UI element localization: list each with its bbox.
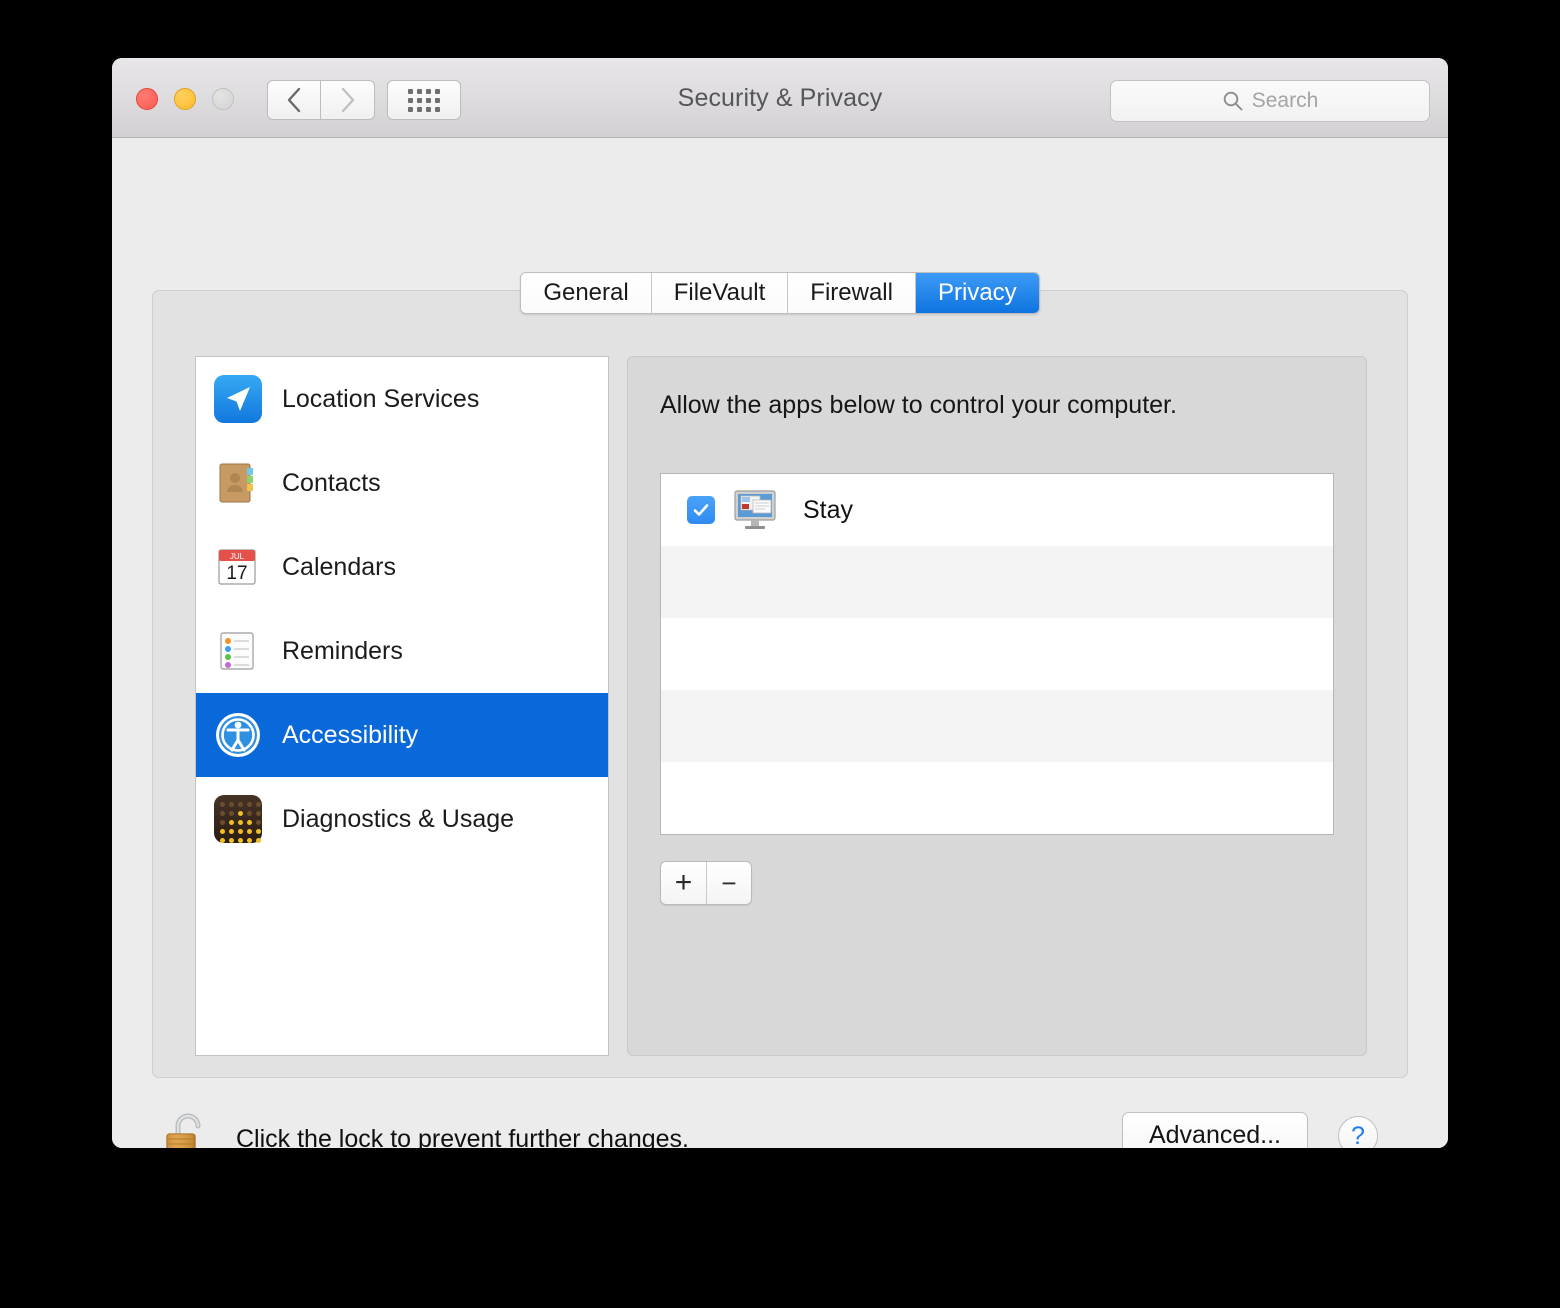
sidebar-item-calendars[interactable]: JUL 17 Calendars (196, 525, 608, 609)
tab-general[interactable]: General (521, 273, 652, 313)
advanced-button[interactable]: Advanced... (1121, 1112, 1308, 1148)
tab-strip: General FileVault Firewall Privacy (520, 272, 1040, 314)
location-services-icon (214, 375, 262, 423)
svg-text:JUL: JUL (230, 552, 245, 561)
sidebar-item-label: Accessibility (282, 720, 419, 749)
accessibility-icon (214, 711, 262, 759)
unlocked-padlock-icon[interactable] (164, 1108, 214, 1148)
table-row-empty (661, 618, 1333, 690)
sidebar-item-contacts[interactable]: Contacts (196, 441, 608, 525)
content-heading: Allow the apps below to control your com… (660, 391, 1177, 419)
privacy-panel: Location Services Contacts JUL 17 Calend… (152, 290, 1408, 1078)
stay-app-icon (729, 488, 781, 532)
app-name: Stay (803, 495, 854, 524)
sidebar-item-reminders[interactable]: Reminders (196, 609, 608, 693)
svg-text:17: 17 (226, 563, 247, 584)
table-row-empty (661, 762, 1333, 834)
window-titlebar: Security & Privacy Search (112, 58, 1448, 138)
sidebar-item-label: Diagnostics & Usage (282, 804, 515, 833)
search-field[interactable]: Search (1110, 80, 1430, 122)
security-privacy-window: Security & Privacy Search General FileVa… (112, 58, 1448, 1148)
search-icon (1223, 91, 1243, 111)
sidebar-item-label: Contacts (282, 468, 381, 497)
remove-app-button[interactable]: − (706, 862, 751, 904)
contacts-icon (214, 459, 262, 507)
search-placeholder: Search (1251, 89, 1319, 112)
add-remove-button-group: + − (660, 861, 752, 905)
sidebar-item-accessibility[interactable]: Accessibility (196, 693, 608, 777)
tab-firewall[interactable]: Firewall (788, 273, 916, 313)
lock-message: Click the lock to prevent further change… (236, 1125, 690, 1148)
privacy-category-list[interactable]: Location Services Contacts JUL 17 Calend… (195, 356, 609, 1056)
calendars-icon: JUL 17 (214, 543, 262, 591)
sidebar-item-location-services[interactable]: Location Services (196, 357, 608, 441)
window-body: General FileVault Firewall Privacy Locat… (112, 138, 1448, 1148)
table-row[interactable]: Stay (661, 474, 1333, 546)
table-row-empty (661, 546, 1333, 618)
reminders-icon (214, 627, 262, 675)
table-row-empty (661, 690, 1333, 762)
tab-filevault[interactable]: FileVault (651, 273, 789, 313)
sidebar-item-label: Location Services (282, 384, 480, 413)
diagnostics-usage-icon (214, 795, 262, 843)
lock-row: Click the lock to prevent further change… (164, 1108, 689, 1148)
allowed-apps-list[interactable]: Stay (660, 473, 1334, 835)
sidebar-item-label: Reminders (282, 636, 403, 665)
accessibility-content-pane: Allow the apps below to control your com… (627, 356, 1367, 1056)
app-checkbox[interactable] (687, 496, 715, 524)
help-button[interactable]: ? (1338, 1116, 1378, 1148)
tab-privacy[interactable]: Privacy (915, 273, 1039, 313)
sidebar-item-label: Calendars (282, 552, 396, 581)
window-footer: Click the lock to prevent further change… (112, 1098, 1448, 1148)
tab-bar: General FileVault Firewall Privacy (112, 272, 1448, 314)
add-app-button[interactable]: + (661, 862, 706, 904)
sidebar-item-diagnostics-usage[interactable]: Diagnostics & Usage (196, 777, 608, 861)
checkmark-icon (693, 504, 709, 516)
